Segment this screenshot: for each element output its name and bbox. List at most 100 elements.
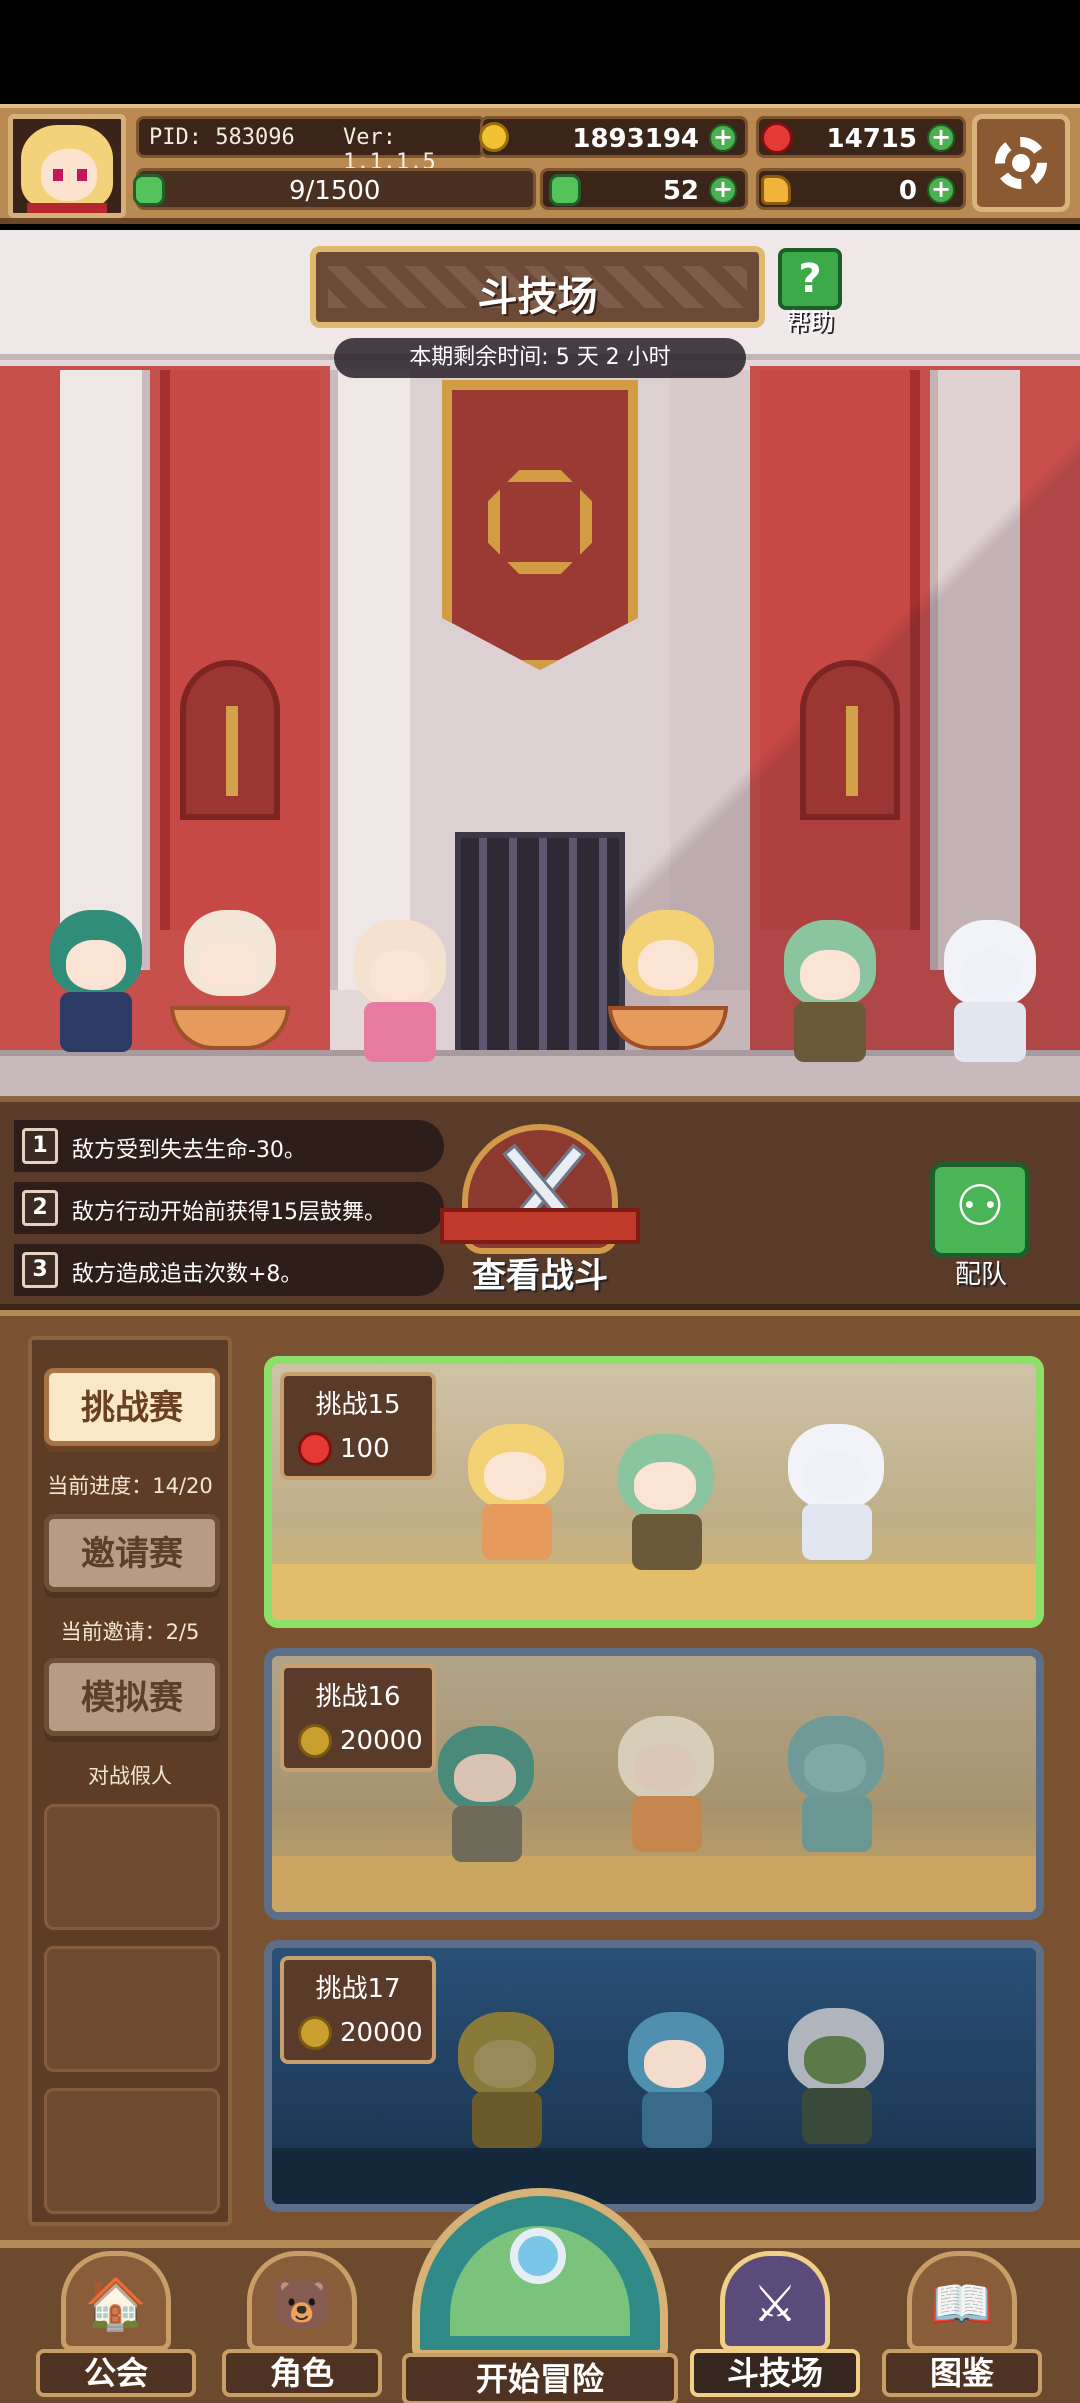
challenge-tag: 挑战15 100: [280, 1372, 436, 1480]
wall-alcove-left: [180, 660, 280, 820]
challenge-tag: 挑战17 20000: [280, 1956, 436, 2064]
rule-item: 3 敌方造成追击次数+8。: [14, 1244, 444, 1296]
enemy-character: [772, 2004, 902, 2154]
rule-number: 1: [22, 1128, 58, 1164]
challenge-cost: 100: [340, 1434, 390, 1464]
challenge-card[interactable]: 挑战17 20000: [264, 1940, 1044, 2212]
rule-item: 1 敌方受到失去生命-30。: [14, 1120, 444, 1172]
add-gold-button[interactable]: +: [709, 124, 737, 152]
settings-button[interactable]: [972, 114, 1070, 212]
start-adventure-label: 开始冒险: [402, 2353, 678, 2403]
gear-icon: [995, 137, 1047, 189]
simulate-subtitle: 对战假人: [88, 1764, 172, 1788]
guild-house-icon: 🏠: [61, 2251, 171, 2351]
enemy-character: [612, 2008, 742, 2158]
gold-value: 1893194: [572, 124, 699, 154]
empty-slot: [44, 2088, 220, 2214]
player-info: PID: 583096 Ver: 1.1.1.5: [136, 116, 486, 175]
empty-slot: [44, 1946, 220, 2072]
resource-bar: PID: 583096 Ver: 1.1.1.5 1893194 + 14715…: [0, 104, 1080, 224]
rule-number: 3: [22, 1252, 58, 1288]
nav-arena-label: 斗技场: [690, 2349, 860, 2397]
arena-rules-strip: 1 敌方受到失去生命-30。 2 敌方行动开始前获得15层鼓舞。 3 敌方造成追…: [0, 1096, 1080, 1310]
invite-progress: 当前邀请：2/5: [60, 1620, 200, 1644]
hand-counter: 0 +: [756, 168, 966, 210]
rule-text: 敌方造成追击次数+8。: [72, 1262, 303, 1287]
arena-banner: [442, 380, 638, 670]
nav-guild-label: 公会: [36, 2349, 196, 2397]
nav-codex[interactable]: 📖 图鉴: [882, 2243, 1042, 2403]
coin-icon: [298, 1724, 332, 1758]
energy-bar: 9/1500: [133, 168, 536, 210]
enemy-character: [442, 2008, 572, 2158]
bottom-nav: 🏠 公会 🐻 角色 开始冒险 ⚔ 斗技场 📖 图鉴: [0, 2188, 1080, 2403]
rule-item: 2 敌方行动开始前获得15层鼓舞。: [14, 1182, 444, 1234]
challenge-card[interactable]: 挑战15 100: [264, 1356, 1044, 1628]
nav-character[interactable]: 🐻 角色: [222, 2243, 382, 2403]
help-label: 帮助: [786, 308, 834, 336]
view-battle-button[interactable]: 查看战斗: [440, 1124, 640, 1310]
page-title-plate: 斗技场: [310, 246, 765, 328]
player-avatar[interactable]: [8, 114, 126, 218]
status-bar-area: [0, 0, 1080, 104]
enemy-character: [452, 1420, 582, 1570]
nav-codex-label: 图鉴: [882, 2349, 1042, 2397]
coin-icon: [479, 122, 509, 152]
clover-icon: [549, 174, 581, 206]
add-hand-button[interactable]: +: [927, 176, 955, 204]
challenge-title: 挑战17: [315, 1974, 401, 2004]
team-label: 配队: [954, 1260, 1007, 1290]
enemy-character: [772, 1712, 902, 1862]
help-button[interactable]: ? 帮助: [772, 248, 848, 336]
gold-counter: 1893194 +: [479, 116, 748, 158]
coin-icon: [298, 2016, 332, 2050]
challenge-tag: 挑战16 20000: [280, 1664, 436, 1772]
nav-character-label: 角色: [222, 2349, 382, 2397]
gem-value: 14715: [826, 124, 917, 154]
team-icon: [930, 1162, 1030, 1258]
page-title: 斗技场: [477, 274, 598, 320]
rule-text: 敌方行动开始前获得15层鼓舞。: [72, 1200, 386, 1225]
magnifier-icon: [510, 2228, 566, 2284]
challenge-cost: 20000: [340, 1726, 423, 1756]
wall-alcove-right: [800, 660, 900, 820]
hand-value: 0: [898, 176, 917, 206]
crossed-swords-icon: ⚔: [720, 2251, 830, 2351]
energy-value: 9/1500: [289, 176, 381, 206]
arena-main: 挑战赛 当前进度：14/20 邀请赛 当前邀请：2/5 模拟赛 对战假人 挑战1…: [0, 1310, 1080, 2240]
gem-counter: 14715 +: [756, 116, 966, 158]
challenge-progress: 当前进度：14/20: [47, 1474, 213, 1498]
challenge-card[interactable]: 挑战16 20000: [264, 1648, 1044, 1920]
add-clover-button[interactable]: +: [709, 176, 737, 204]
challenge-cost: 20000: [340, 2018, 423, 2048]
question-icon: ?: [778, 248, 842, 310]
challenge-title: 挑战15: [315, 1390, 401, 1420]
simulate-mode-button[interactable]: 模拟赛: [44, 1658, 220, 1736]
enemy-character: [602, 1430, 732, 1580]
challenge-mode-button[interactable]: 挑战赛: [44, 1368, 220, 1446]
ally-character: [36, 910, 156, 1060]
team-setup-button[interactable]: 配队: [926, 1162, 1036, 1290]
empty-slot: [44, 1804, 220, 1930]
mode-sidebar: 挑战赛 当前进度：14/20 邀请赛 当前邀请：2/5 模拟赛 对战假人: [28, 1336, 232, 2226]
rule-text: 敌方受到失去生命-30。: [72, 1138, 306, 1163]
nav-arena[interactable]: ⚔ 斗技场: [690, 2243, 860, 2403]
enemy-character: [772, 1420, 902, 1570]
challenge-title: 挑战16: [315, 1682, 401, 1712]
hand-icon: [761, 175, 791, 205]
pid-text: PID: 583096: [149, 125, 295, 150]
energy-icon: [133, 174, 165, 206]
ally-character: [930, 920, 1050, 1070]
ally-character: [170, 910, 290, 1060]
add-gem-button[interactable]: +: [927, 124, 955, 152]
invite-mode-button[interactable]: 邀请赛: [44, 1514, 220, 1592]
character-icon: 🐻: [247, 2251, 357, 2351]
enemy-character: [602, 1712, 732, 1862]
clover-counter: 52 +: [540, 168, 748, 210]
view-battle-label: 查看战斗: [472, 1256, 608, 1296]
start-adventure-button[interactable]: 开始冒险: [402, 2188, 678, 2403]
ally-character: [608, 910, 728, 1060]
book-icon: 📖: [907, 2251, 1017, 2351]
gem-icon: [298, 1432, 332, 1466]
nav-guild[interactable]: 🏠 公会: [36, 2243, 196, 2403]
